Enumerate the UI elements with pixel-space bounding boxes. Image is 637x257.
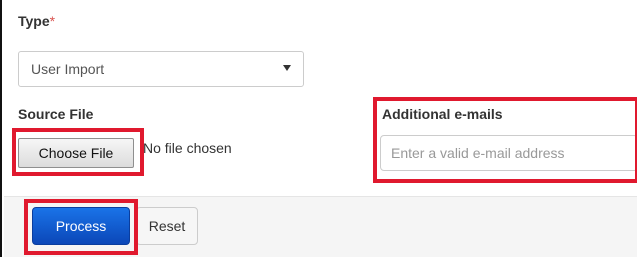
no-file-status: No file chosen	[143, 140, 232, 156]
reset-button[interactable]: Reset	[136, 207, 198, 245]
required-marker: *	[49, 13, 56, 29]
choose-file-button[interactable]: Choose File	[18, 138, 134, 168]
chevron-down-icon	[283, 65, 291, 71]
type-select-value: User Import	[31, 61, 105, 77]
type-select[interactable]: User Import	[18, 51, 304, 87]
email-placeholder: Enter a valid e-mail address	[391, 145, 565, 161]
type-label: Type*	[18, 13, 55, 29]
type-label-text: Type	[18, 13, 50, 29]
form-panel: Type* User Import Source File Choose Fil…	[0, 0, 637, 257]
process-button[interactable]: Process	[32, 207, 130, 245]
additional-emails-label: Additional e-mails	[382, 106, 503, 122]
additional-emails-input[interactable]: Enter a valid e-mail address	[380, 135, 637, 171]
source-file-label: Source File	[18, 106, 94, 122]
